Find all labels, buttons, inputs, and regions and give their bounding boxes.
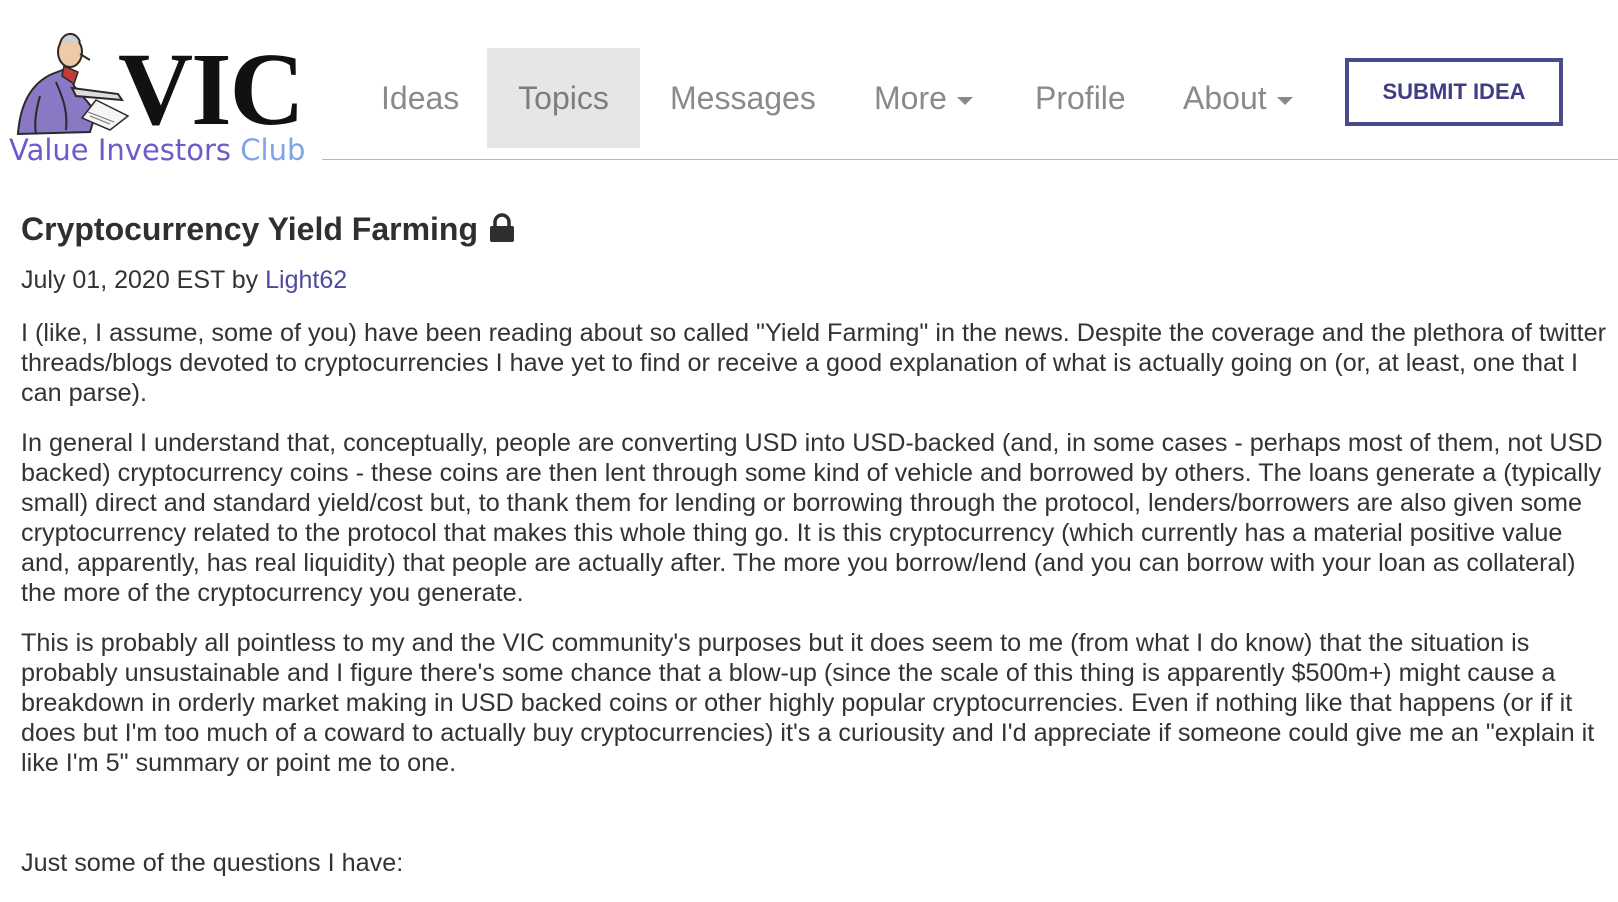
post-date: July 01, 2020 EST by: [21, 266, 266, 294]
post-paragraph: I (like, I assume, some of you) have bee…: [21, 319, 1607, 407]
lock-icon: [490, 213, 515, 242]
caret-down-icon: [1276, 96, 1293, 105]
nav-more-dropdown[interactable]: More: [874, 48, 973, 148]
post-paragraph: Just some of the questions I have:: [21, 849, 404, 877]
nav-more-label: More: [874, 80, 947, 116]
post-paragraph: This is probably all pointless to my and…: [21, 629, 1595, 777]
nav-about-label: About: [1183, 80, 1267, 116]
nav-messages[interactable]: Messages: [670, 48, 816, 148]
logo-tagline-part1: Value Investors: [9, 133, 232, 167]
investor-cartoon-icon: [16, 33, 130, 136]
nav-profile[interactable]: Profile: [1035, 48, 1126, 148]
header-divider: [322, 159, 1618, 160]
post-title-row: Cryptocurrency Yield Farming: [21, 200, 1611, 258]
post-body: I (like, I assume, some of you) have bee…: [21, 318, 1611, 878]
submit-idea-button[interactable]: SUBMIT IDEA: [1345, 58, 1563, 126]
post-meta: July 01, 2020 EST by Light62: [21, 258, 1611, 302]
post-paragraph: In general I understand that, conceptual…: [21, 429, 1603, 607]
nav-about-dropdown[interactable]: About: [1183, 48, 1293, 148]
nav-topics[interactable]: Topics: [487, 48, 640, 148]
logo-tagline: Value Investors Club: [9, 136, 305, 165]
site-header: VIC Value Investors Club Ideas Topics Me…: [0, 0, 1618, 175]
post-title: Cryptocurrency Yield Farming: [21, 210, 479, 247]
caret-down-icon: [956, 96, 973, 105]
post-content: Cryptocurrency Yield Farming July 01, 20…: [21, 200, 1611, 898]
site-logo[interactable]: VIC Value Investors Club: [8, 18, 308, 173]
nav-ideas[interactable]: Ideas: [381, 48, 459, 148]
post-author-link[interactable]: Light62: [265, 266, 347, 294]
logo-tagline-part2: Club: [240, 133, 306, 167]
logo-wordmark: VIC: [118, 32, 305, 147]
